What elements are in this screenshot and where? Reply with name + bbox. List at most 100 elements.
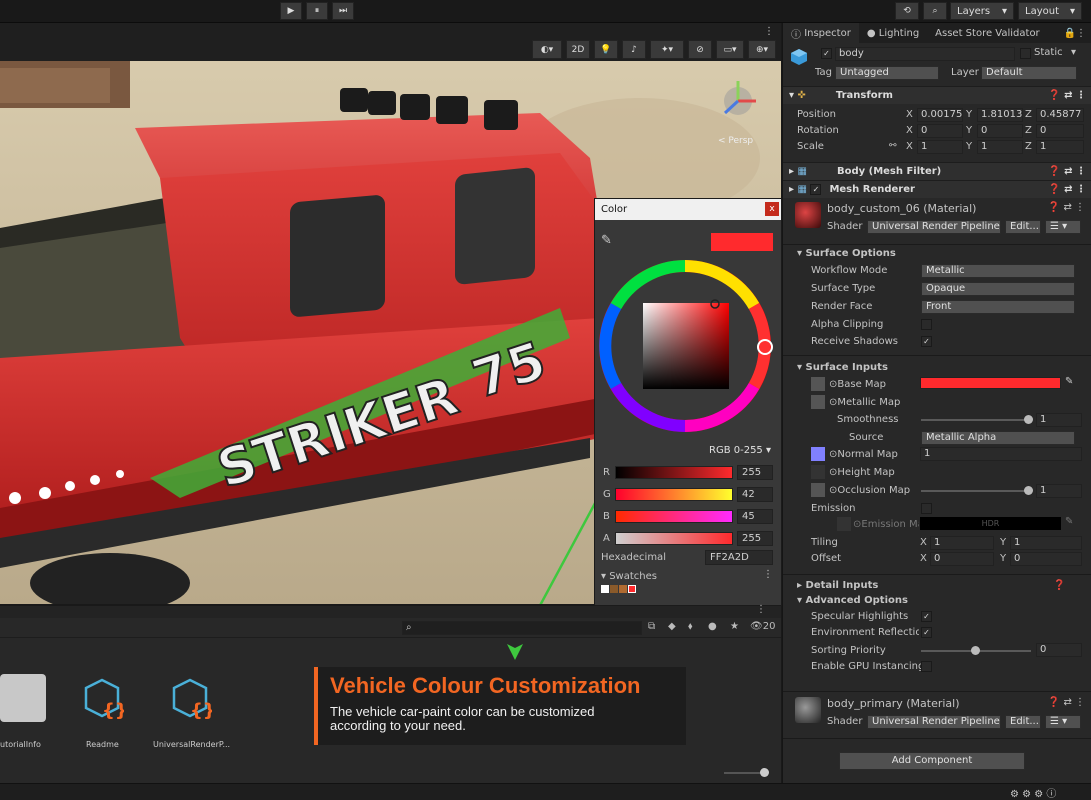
height-map-label[interactable]: ⊙Height Map: [829, 467, 895, 478]
r-value-field[interactable]: 255: [737, 465, 773, 480]
offset-x-field[interactable]: 0: [930, 552, 994, 566]
tiling-y-field[interactable]: 1: [1010, 536, 1082, 550]
rotation-y-field[interactable]: 0: [977, 124, 1023, 138]
scriptable-object-icon[interactable]: {}: [170, 676, 212, 722]
component-menu-icon[interactable]: ❓ ⇄ ⋮: [1048, 202, 1085, 213]
status-icons[interactable]: ⚙ ⚙ ⚙ ⓘ: [1010, 785, 1056, 800]
position-y-field[interactable]: 1.810135: [977, 108, 1023, 122]
component-menu-icon[interactable]: ❓ ⇄ ⋮: [1048, 166, 1091, 177]
shader-menu-button[interactable]: ☰ ▾: [1045, 715, 1081, 729]
scale-x-field[interactable]: 1: [917, 140, 963, 154]
gpu-instancing-checkbox[interactable]: [921, 661, 932, 672]
scriptable-object-icon[interactable]: {}: [82, 676, 124, 722]
audio-icon[interactable]: ♪: [622, 40, 646, 59]
surface-options-header[interactable]: ▾ Surface Options: [797, 248, 896, 259]
hex-field[interactable]: FF2A2D: [705, 550, 773, 565]
swatch[interactable]: [619, 585, 627, 593]
rotation-z-field[interactable]: 0: [1036, 124, 1084, 138]
a-slider[interactable]: [615, 532, 733, 545]
surface-type-dropdown[interactable]: Opaque: [921, 282, 1075, 296]
receive-shadows-checkbox[interactable]: ✓: [921, 336, 932, 347]
smoothness-slider-thumb[interactable]: [1024, 415, 1033, 424]
emission-checkbox[interactable]: [921, 503, 932, 514]
link-icon[interactable]: ⚯: [889, 141, 897, 151]
shader-edit-button[interactable]: Edit...: [1005, 715, 1041, 729]
folder-icon[interactable]: [0, 674, 46, 722]
color-mode-dropdown[interactable]: RGB 0-255 ▾: [705, 445, 773, 459]
eyedropper-icon[interactable]: ✎: [1065, 516, 1073, 527]
swatch[interactable]: [601, 585, 609, 593]
texture-slot[interactable]: [811, 377, 825, 391]
scale-z-field[interactable]: 1: [1036, 140, 1084, 154]
layout-dropdown[interactable]: Layout ▾: [1018, 2, 1082, 20]
shader-menu-button[interactable]: ☰ ▾: [1045, 220, 1081, 234]
tag-dropdown[interactable]: Untagged: [835, 66, 939, 80]
layers-dropdown[interactable]: Layers ▾: [950, 2, 1014, 20]
transform-header[interactable]: ▾ ✜ Transform ❓ ⇄ ⋮: [783, 86, 1091, 104]
base-map-label[interactable]: ⊙Base Map: [829, 379, 886, 390]
occlusion-map-label[interactable]: ⊙Occlusion Map: [829, 485, 910, 496]
base-color-field[interactable]: [920, 377, 1061, 389]
zoom-slider-thumb[interactable]: [760, 768, 769, 777]
metallic-map-label[interactable]: ⊙Metallic Map: [829, 397, 900, 408]
source-dropdown[interactable]: Metallic Alpha: [921, 431, 1075, 445]
layer-dropdown[interactable]: Default: [981, 66, 1077, 80]
swatches-header[interactable]: ▾ Swatches: [601, 571, 657, 582]
occlusion-field[interactable]: 1: [1036, 484, 1082, 498]
rotation-x-field[interactable]: 0: [917, 124, 963, 138]
search-icon[interactable]: ⌕: [923, 2, 947, 20]
tiling-x-field[interactable]: 1: [930, 536, 994, 550]
filter-type-icon[interactable]: ⧉: [648, 621, 655, 632]
pause-button[interactable]: ⏸: [306, 2, 328, 20]
star-icon[interactable]: ★: [730, 621, 739, 632]
texture-slot[interactable]: [811, 447, 825, 461]
texture-slot[interactable]: [811, 483, 825, 497]
emission-map-label[interactable]: ⊙Emission Map: [853, 519, 919, 530]
smoothness-field[interactable]: 1: [1036, 413, 1082, 427]
lock-icon[interactable]: 🔒⋮: [1064, 28, 1091, 39]
g-value-field[interactable]: 42: [737, 487, 773, 502]
alert-icon[interactable]: ●: [708, 621, 717, 632]
add-component-button[interactable]: Add Component: [839, 752, 1025, 770]
mesh-renderer-header[interactable]: ▸ ▦ ✓ Mesh Renderer ❓ ⇄ ⋮: [783, 180, 1091, 198]
effects-icon[interactable]: ✦▾: [650, 40, 684, 59]
gizmos-icon[interactable]: ⊕▾: [748, 40, 776, 59]
tag-icon[interactable]: ⬧: [688, 621, 693, 632]
step-button[interactable]: ⏭: [332, 2, 354, 20]
eyedropper-icon[interactable]: ✎: [601, 233, 612, 248]
more-icon[interactable]: ⋮: [756, 604, 766, 615]
alpha-clipping-checkbox[interactable]: [921, 319, 932, 330]
tab-lighting[interactable]: ● Lighting: [859, 28, 927, 39]
detail-inputs-header[interactable]: ▸ Detail Inputs: [797, 580, 878, 591]
lighting-icon[interactable]: 💡: [594, 40, 618, 59]
tab-asset-store-validator[interactable]: Asset Store Validator: [927, 28, 1048, 39]
smoothness-slider[interactable]: [921, 419, 1031, 421]
active-checkbox[interactable]: ✓: [821, 48, 832, 59]
swatch[interactable]: [610, 585, 618, 593]
texture-slot[interactable]: [811, 465, 825, 479]
chevron-down-icon[interactable]: ▾: [1071, 47, 1076, 58]
shading-mode-icon[interactable]: ◐▾: [532, 40, 562, 59]
play-button[interactable]: ▶: [280, 2, 302, 20]
projection-label[interactable]: < Persp: [718, 136, 753, 146]
surface-inputs-header[interactable]: ▾ Surface Inputs: [797, 362, 888, 373]
history-icon[interactable]: ⟲: [895, 2, 919, 20]
swatch[interactable]: [628, 585, 636, 593]
emission-color-field[interactable]: HDR: [920, 517, 1061, 530]
component-menu-icon[interactable]: ❓ ⇄ ⋮: [1048, 697, 1085, 708]
specular-checkbox[interactable]: ✓: [921, 611, 932, 622]
shader-dropdown[interactable]: Universal Render Pipeline/: [867, 715, 1001, 729]
hidden-count[interactable]: 👁20: [750, 621, 775, 632]
b-slider[interactable]: [615, 510, 733, 523]
texture-slot[interactable]: [811, 395, 825, 409]
static-checkbox[interactable]: [1020, 48, 1031, 59]
2d-toggle[interactable]: 2D: [566, 40, 590, 59]
texture-slot[interactable]: [837, 517, 851, 531]
a-value-field[interactable]: 255: [737, 531, 773, 546]
object-name-field[interactable]: body: [835, 47, 1015, 61]
shader-dropdown[interactable]: Universal Render Pipeline/: [867, 220, 1001, 234]
advanced-options-header[interactable]: ▾ Advanced Options: [797, 595, 908, 606]
swatches-menu-icon[interactable]: ⋮: [763, 569, 773, 580]
more-icon[interactable]: ⋮: [764, 26, 774, 37]
component-menu-icon[interactable]: ❓ ⇄ ⋮: [1048, 90, 1091, 101]
